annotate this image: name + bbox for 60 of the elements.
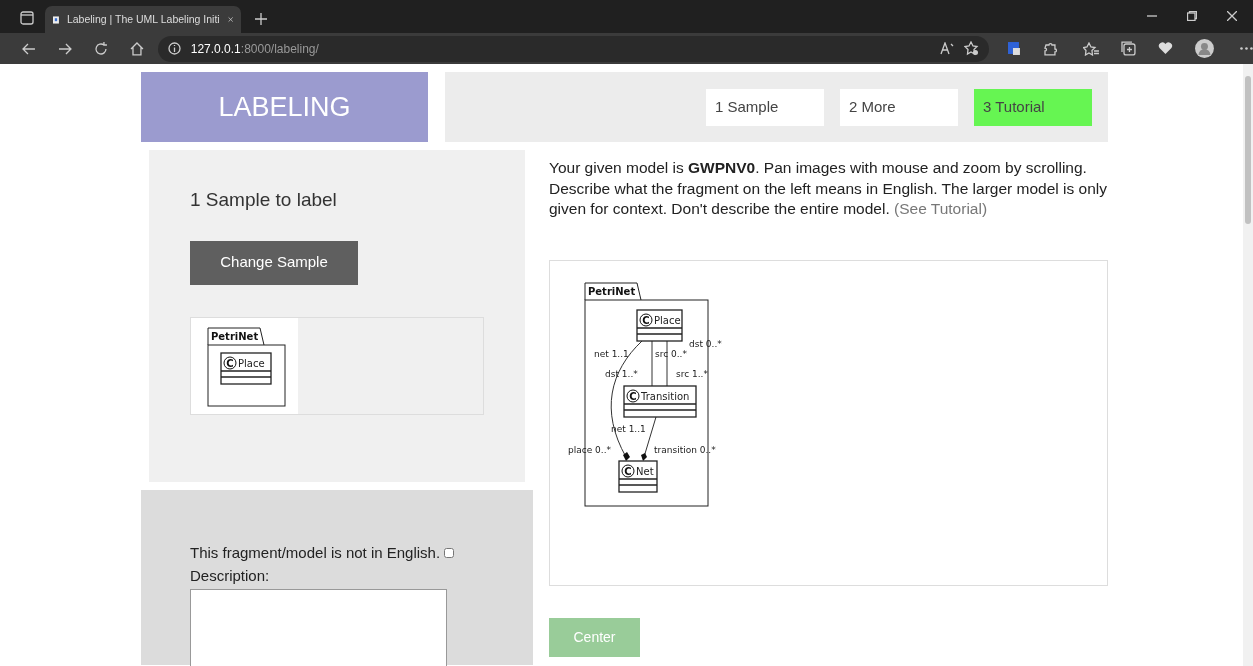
- nav-tab[interactable]: 1 Sample: [706, 88, 824, 126]
- nav-tab[interactable]: 2 More: [840, 88, 958, 126]
- read-aloud-icon[interactable]: [940, 42, 955, 55]
- more-icon[interactable]: [1240, 47, 1253, 50]
- multiplicity-label: transition 0..*: [654, 444, 716, 455]
- class-name: Transition: [641, 390, 690, 402]
- multiplicity-label: dst 0..*: [689, 338, 722, 349]
- class-box: [220, 351, 272, 385]
- collections-icon[interactable]: [1121, 41, 1137, 56]
- heart-icon[interactable]: [1158, 42, 1174, 55]
- class-marker: C: [621, 464, 635, 477]
- multiplicity-label: place 0..*: [568, 444, 612, 455]
- class-name: Place: [654, 314, 681, 326]
- back-icon[interactable]: [22, 42, 36, 55]
- profile-avatar[interactable]: [1195, 39, 1214, 58]
- class-marker: C: [223, 356, 237, 369]
- multiplicity-label: net 1..1: [594, 348, 629, 359]
- class-box: [618, 459, 658, 493]
- page-favicon: [53, 13, 59, 26]
- tab-title: Labeling | The UML Labeling Initi: [66, 11, 220, 27]
- change-sample-button[interactable]: Change Sample: [190, 240, 358, 285]
- nav-tab[interactable]: 3 Tutorial: [974, 88, 1092, 126]
- association-line: [666, 340, 668, 386]
- reload-icon[interactable]: [93, 41, 108, 56]
- close-window-icon[interactable]: [1227, 11, 1237, 21]
- package-name: PetriNet: [211, 330, 259, 342]
- shield-icon[interactable]: [1007, 41, 1022, 56]
- fragment-diagram-drawing[interactable]: PetriNet C Place: [191, 317, 298, 414]
- panel-title: 1 Sample to label: [190, 188, 338, 212]
- tab-actions-icon[interactable]: [20, 11, 34, 25]
- favorite-add-icon[interactable]: [964, 41, 980, 56]
- browser-tab[interactable]: Labeling | The UML Labeling Initi: [45, 6, 241, 33]
- multiplicity-label: src 0..*: [655, 348, 687, 359]
- class-name: Net: [636, 465, 654, 477]
- tutorial-link[interactable]: (See Tutorial): [894, 200, 988, 217]
- class-name: Place: [238, 357, 265, 369]
- class-marker: C: [639, 313, 653, 326]
- instructions-text: Your given model is GWPNV0. Pan images with mouse and zoom by scrolling. Describe what the fragment on the left means in English. The larger model is only given for context. Don't describe the entire model. (See Tutorial): [549, 158, 1108, 219]
- not-english-checkbox[interactable]: [444, 548, 455, 559]
- class-marker: C: [626, 389, 640, 402]
- multiplicity-label: dst 1..*: [605, 368, 638, 379]
- description-field[interactable]: [190, 589, 447, 666]
- description-label: Description:: [190, 565, 271, 586]
- not-english-label: This fragment/model is not in English.: [190, 543, 441, 563]
- puzzle-icon[interactable]: [1043, 41, 1058, 56]
- close-icon[interactable]: [227, 15, 233, 24]
- package-name: PetriNet: [588, 285, 636, 297]
- model-diagram-drawing[interactable]: PetriNet C Place C Transition C Net dst 0..* net 1..1 src 0..* dst 1..* src 1..* net 1..1 place 0..* transition 0..*: [550, 260, 1107, 585]
- home-icon[interactable]: [129, 41, 144, 56]
- new-tab-icon[interactable]: [255, 13, 267, 25]
- address-bar[interactable]: 127.0.0.1:8000/labeling/: [157, 35, 990, 62]
- association-line: [651, 340, 653, 386]
- info-icon: [167, 42, 181, 55]
- multiplicity-label: src 1..*: [676, 368, 708, 379]
- multiplicity-label: net 1..1: [611, 423, 646, 434]
- scrollbar[interactable]: [1243, 64, 1253, 666]
- restore-icon[interactable]: [1187, 11, 1197, 21]
- forward-icon[interactable]: [57, 42, 72, 55]
- class-box: [636, 308, 683, 342]
- favorites-icon[interactable]: [1083, 41, 1100, 56]
